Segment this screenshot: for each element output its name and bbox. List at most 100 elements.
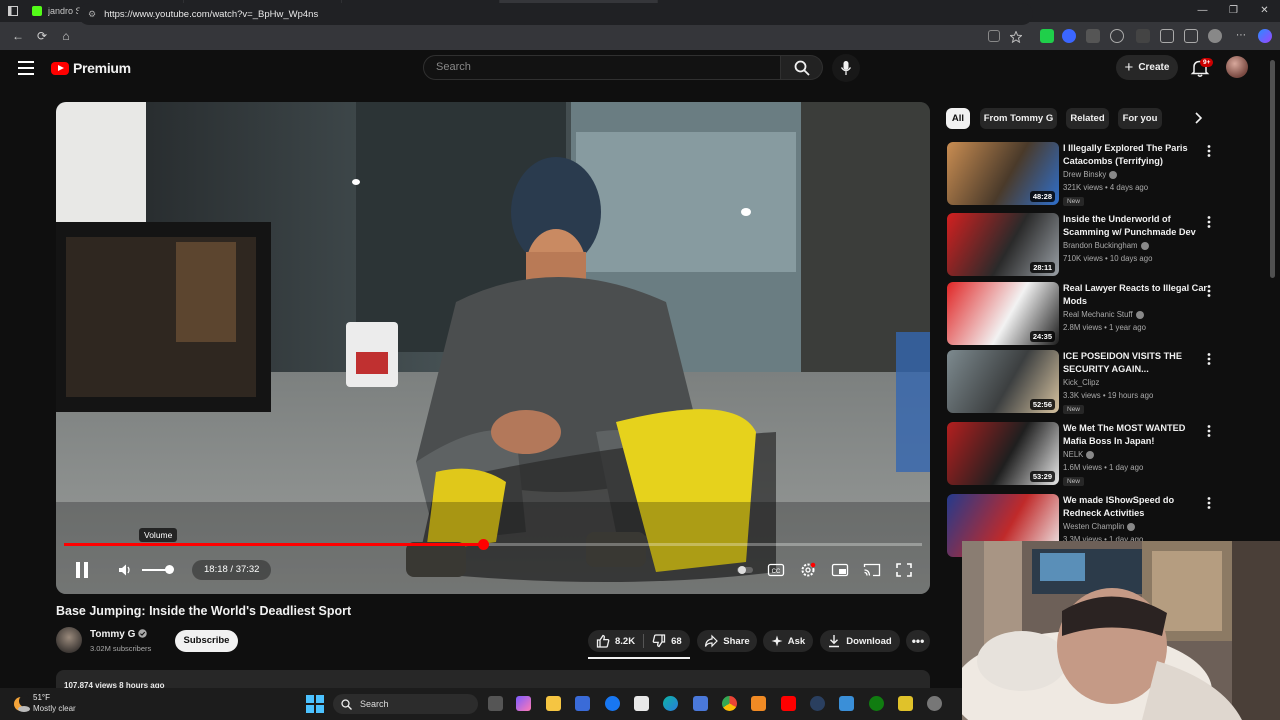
install-app-icon[interactable]	[988, 30, 1000, 42]
miniplayer-icon[interactable]	[831, 562, 849, 578]
extension-blue-icon[interactable]	[1062, 29, 1076, 43]
favorites-icon[interactable]	[1160, 29, 1174, 43]
recommendation-title[interactable]: Real Lawyer Reacts to Illegal Car Mods	[1063, 282, 1209, 308]
refresh-button[interactable]: ⟳	[30, 29, 54, 43]
chip-from-tommy-g[interactable]: From Tommy G	[980, 108, 1057, 129]
volume-slider-handle[interactable]	[165, 565, 174, 574]
back-button[interactable]: ←	[6, 29, 30, 43]
settings-gear-icon[interactable]	[799, 562, 817, 578]
extension-refresh-icon[interactable]	[1110, 29, 1124, 43]
channel-name[interactable]: Tommy G	[90, 629, 135, 640]
extension-s-icon[interactable]	[1086, 29, 1100, 43]
task-view-icon[interactable]	[488, 696, 503, 711]
recommendation-item[interactable]: 53:29 We Met The MOST WANTED Mafia Boss I…	[947, 422, 1222, 486]
kebab-menu-icon[interactable]	[1205, 144, 1213, 158]
recommendation-meta: 3.3K views • 19 hours ago	[1063, 391, 1154, 400]
steam-icon[interactable]	[810, 696, 825, 711]
edge-icon[interactable]	[663, 696, 678, 711]
fullscreen-icon[interactable]	[895, 562, 913, 578]
app-yellow-icon[interactable]	[898, 696, 913, 711]
progress-scrubber[interactable]	[477, 539, 489, 550]
page-scrollbar-thumb[interactable]	[1270, 60, 1275, 278]
app-blue-icon[interactable]	[839, 696, 854, 711]
chevron-right-icon[interactable]	[1190, 110, 1206, 126]
weather-moon-icon[interactable]	[12, 694, 32, 716]
kebab-menu-icon[interactable]	[1205, 424, 1213, 438]
calculator-icon[interactable]	[693, 696, 708, 711]
dislike-button[interactable]: 68	[644, 630, 690, 652]
site-info-icon[interactable]: ⚙	[88, 9, 96, 20]
file-explorer-icon[interactable]	[546, 696, 561, 711]
facebook-icon[interactable]	[605, 696, 620, 711]
maximize-button[interactable]: ❐	[1218, 0, 1249, 22]
recommendation-item[interactable]: 48:28 I Illegally Explored The Paris Cata…	[947, 142, 1222, 206]
chip-all[interactable]: All	[946, 108, 970, 129]
chip-for-you[interactable]: For you	[1118, 108, 1162, 129]
profile-icon[interactable]	[1208, 29, 1222, 43]
address-bar[interactable]: ⚙ https://www.youtube.com/watch?v=_BpHw_…	[78, 3, 1033, 25]
menu-icon[interactable]	[18, 61, 34, 75]
home-button[interactable]: ⌂	[54, 29, 78, 43]
search-button[interactable]	[781, 55, 823, 80]
microsoft-store-icon[interactable]	[575, 696, 590, 711]
subscribe-button[interactable]: Subscribe	[175, 630, 238, 652]
download-label: Download	[846, 635, 892, 647]
kebab-menu-icon[interactable]	[1205, 215, 1213, 229]
kebab-menu-icon[interactable]	[1205, 284, 1213, 298]
more-actions-button[interactable]: •••	[906, 630, 930, 652]
channel-avatar[interactable]	[56, 627, 82, 653]
vlc-icon[interactable]	[751, 696, 766, 711]
account-avatar[interactable]	[1226, 56, 1248, 78]
copilot-taskbar-icon[interactable]	[516, 696, 531, 711]
ask-button[interactable]: Ask	[763, 630, 813, 652]
recommendation-title[interactable]: ICE POSEIDON VISITS THE SECURITY AGAIN..…	[1063, 350, 1209, 376]
progress-bar[interactable]	[64, 539, 922, 550]
amazon-icon[interactable]	[634, 696, 649, 711]
collections-icon[interactable]	[1184, 29, 1198, 43]
favorite-star-icon[interactable]	[1009, 30, 1023, 44]
search-input[interactable]: Search	[423, 55, 781, 80]
voice-search-button[interactable]	[832, 54, 860, 82]
video-player[interactable]: Volume 18:18 / 37:32 CC	[56, 102, 930, 594]
recommendation-thumbnail[interactable]: 52:56	[947, 350, 1059, 413]
window-menu-icon[interactable]	[0, 0, 26, 22]
kebab-menu-icon[interactable]	[1205, 352, 1213, 366]
recommendation-title[interactable]: We made IShowSpeed do Redneck Activities	[1063, 494, 1209, 520]
recommendation-thumbnail[interactable]: 48:28	[947, 142, 1059, 205]
extension-m-icon[interactable]	[1040, 29, 1054, 43]
share-button[interactable]: Share	[697, 630, 757, 652]
minimize-button[interactable]: —	[1187, 0, 1218, 22]
autoplay-toggle[interactable]	[736, 562, 754, 578]
recommendation-title[interactable]: Inside the Underworld of Scamming w/ Pun…	[1063, 213, 1209, 239]
windows-start-icon[interactable]	[306, 695, 324, 713]
recommendation-title[interactable]: I Illegally Explored The Paris Catacombs…	[1063, 142, 1209, 168]
mute-button[interactable]	[114, 559, 136, 581]
recommendation-title[interactable]: We Met The MOST WANTED Mafia Boss In Jap…	[1063, 422, 1209, 448]
close-window-button[interactable]: ✕	[1249, 0, 1280, 22]
copilot-icon[interactable]	[1258, 29, 1272, 43]
xbox-icon[interactable]	[869, 696, 884, 711]
chrome-icon[interactable]	[722, 696, 737, 711]
like-button[interactable]: 8.2K	[588, 630, 643, 652]
cast-icon[interactable]	[863, 562, 881, 578]
recommendation-item[interactable]: 28:11 Inside the Underworld of Scamming w…	[947, 213, 1222, 277]
youtube-taskbar-icon[interactable]	[781, 696, 796, 711]
pause-button[interactable]	[68, 559, 96, 581]
browser-menu-icon[interactable]: ⋯	[1234, 29, 1248, 43]
verified-badge-icon	[1140, 241, 1149, 250]
github-icon[interactable]	[927, 696, 942, 711]
recommendation-thumbnail[interactable]: 24:35	[947, 282, 1059, 345]
recommendation-thumbnail[interactable]: 53:29	[947, 422, 1059, 485]
youtube-premium-logo[interactable]: Premium	[51, 60, 131, 76]
recommendation-item[interactable]: 52:56 ICE POSEIDON VISITS THE SECURITY AG…	[947, 350, 1222, 414]
extension-puzzle-icon[interactable]	[1136, 29, 1150, 43]
chip-related[interactable]: Related	[1066, 108, 1109, 129]
captions-icon[interactable]: CC	[767, 562, 785, 578]
recommendation-item[interactable]: 24:35 Real Lawyer Reacts to Illegal Car M…	[947, 282, 1222, 346]
recommendation-thumbnail[interactable]: 28:11	[947, 213, 1059, 276]
kebab-menu-icon[interactable]	[1205, 496, 1213, 510]
taskbar-search[interactable]: Search	[333, 694, 478, 714]
create-button[interactable]: + Create	[1116, 55, 1178, 80]
download-button[interactable]: Download	[820, 630, 900, 652]
duration-badge: 28:11	[1030, 262, 1055, 273]
